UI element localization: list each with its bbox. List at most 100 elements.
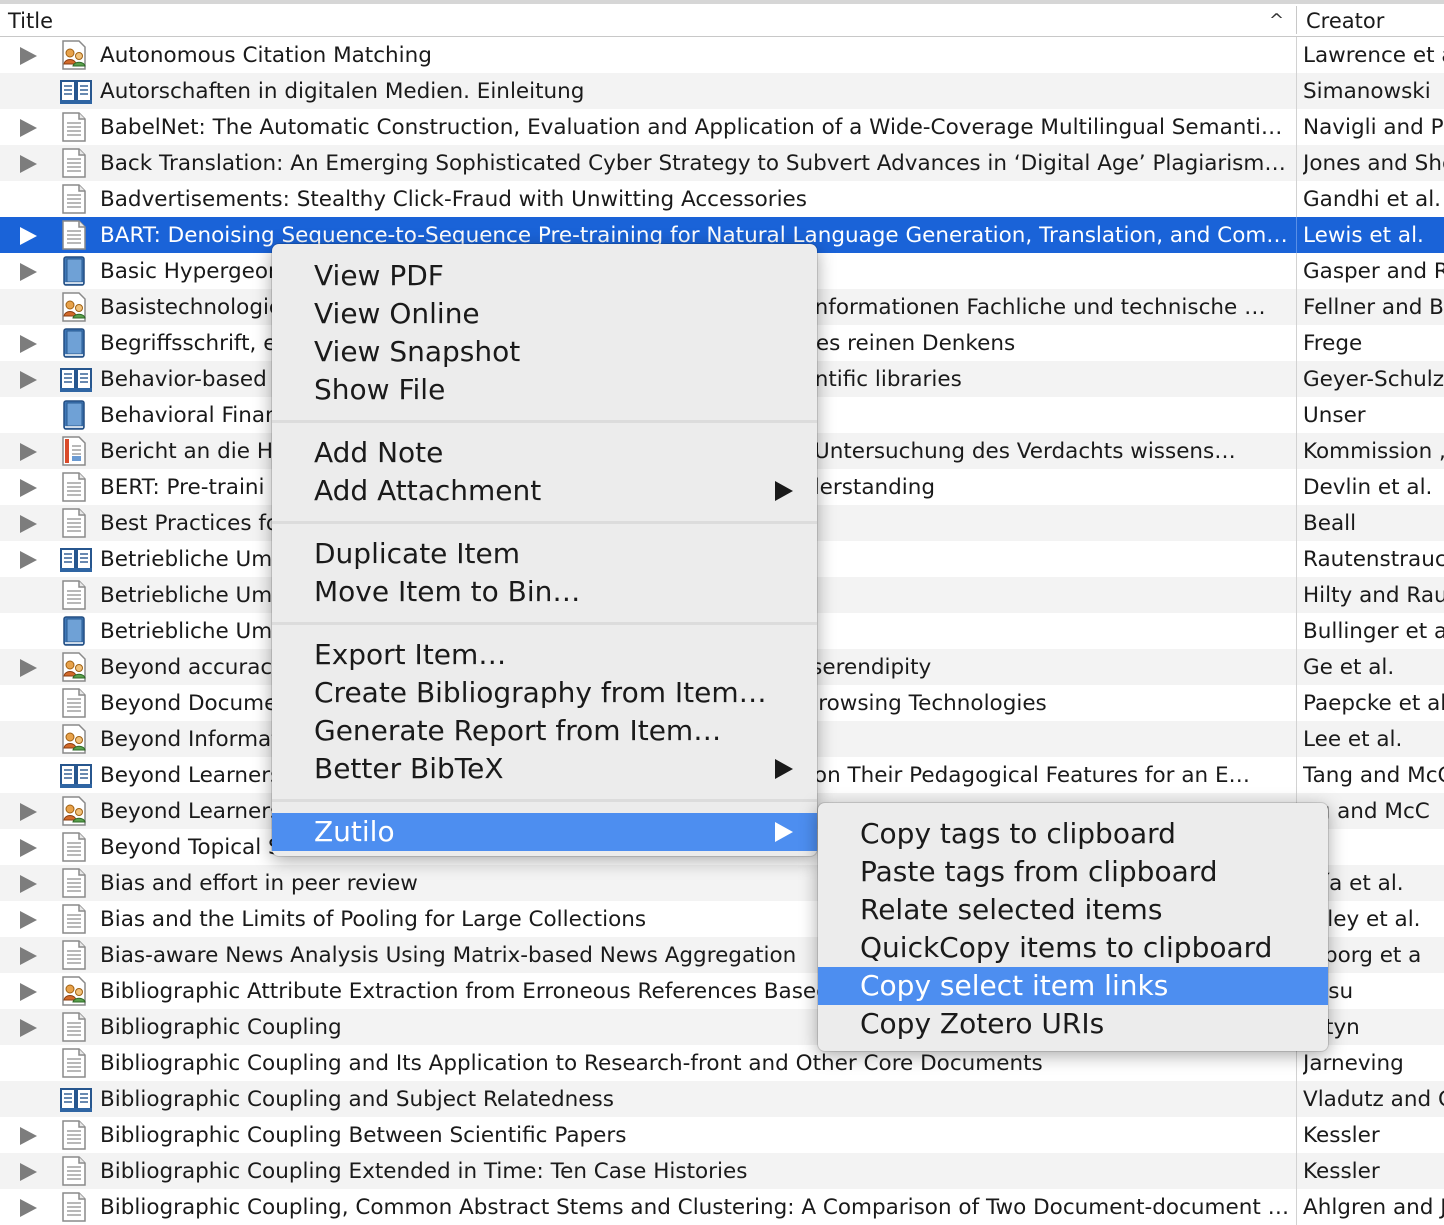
menu-item-duplicate-item[interactable]: Duplicate Item bbox=[272, 535, 817, 573]
disclosure-triangle-icon[interactable] bbox=[20, 1127, 37, 1145]
submenu-item-copy-tags-to-clipboard[interactable]: Copy tags to clipboard bbox=[818, 815, 1328, 853]
journal-article-icon bbox=[60, 832, 88, 862]
table-row[interactable]: Bibliographic Coupling Extended in Time:… bbox=[0, 1153, 1444, 1189]
menu-item-add-attachment[interactable]: Add Attachment bbox=[272, 472, 817, 510]
item-creator: Navigli and Po bbox=[1303, 115, 1444, 140]
disclosure-triangle-icon[interactable] bbox=[20, 263, 37, 281]
journal-article-icon bbox=[60, 148, 88, 178]
table-row[interactable]: Badvertisements: Stealthy Click-Fraud wi… bbox=[0, 181, 1444, 217]
column-divider bbox=[1296, 469, 1297, 505]
submenu-item-quickcopy-items-to-clipboard[interactable]: QuickCopy items to clipboard bbox=[818, 929, 1328, 967]
table-row[interactable]: BabelNet: The Automatic Construction, Ev… bbox=[0, 109, 1444, 145]
column-divider bbox=[1296, 541, 1297, 577]
table-row[interactable]: Bibliographic Coupling, Common Abstract … bbox=[0, 1189, 1444, 1225]
menu-separator bbox=[272, 799, 817, 802]
sort-ascending-icon[interactable]: ^ bbox=[1269, 4, 1284, 38]
disclosure-triangle-icon[interactable] bbox=[20, 1019, 37, 1037]
item-creator: Lewis et al. bbox=[1303, 223, 1424, 248]
menu-item-label: Create Bibliography from Item… bbox=[314, 676, 767, 709]
conference-paper-icon bbox=[60, 292, 88, 322]
item-title: Bibliographic Coupling and Subject Relat… bbox=[100, 1087, 614, 1112]
disclosure-triangle-icon[interactable] bbox=[20, 479, 37, 497]
menu-item-view-online[interactable]: View Online bbox=[272, 295, 817, 333]
journal-article-icon bbox=[60, 1120, 88, 1150]
item-creator: Kessler bbox=[1303, 1159, 1380, 1184]
table-row[interactable]: Bibliographic Coupling and Subject Relat… bbox=[0, 1081, 1444, 1117]
submenu-item-copy-zotero-uris[interactable]: Copy Zotero URIs bbox=[818, 1005, 1328, 1043]
column-divider bbox=[1296, 1189, 1297, 1225]
conference-paper-icon bbox=[60, 796, 88, 826]
submenu-item-paste-tags-from-clipboard[interactable]: Paste tags from clipboard bbox=[818, 853, 1328, 891]
disclosure-triangle-icon[interactable] bbox=[20, 119, 37, 137]
journal-article-icon bbox=[60, 220, 88, 250]
disclosure-triangle-icon[interactable] bbox=[20, 335, 37, 353]
disclosure-triangle-icon[interactable] bbox=[20, 1163, 37, 1181]
column-divider[interactable] bbox=[1296, 6, 1297, 34]
menu-item-view-pdf[interactable]: View PDF bbox=[272, 257, 817, 295]
column-divider bbox=[1296, 1153, 1297, 1189]
column-divider bbox=[1296, 37, 1297, 73]
report-icon bbox=[60, 436, 88, 466]
submenu-arrow-icon bbox=[775, 759, 793, 779]
disclosure-triangle-icon[interactable] bbox=[20, 371, 37, 389]
journal-article-icon bbox=[60, 904, 88, 934]
disclosure-triangle-icon[interactable] bbox=[20, 659, 37, 677]
conference-paper-icon bbox=[60, 40, 88, 70]
menu-separator bbox=[272, 521, 817, 524]
disclosure-triangle-icon[interactable] bbox=[20, 227, 37, 245]
table-row[interactable]: Bibliographic Coupling Between Scientifi… bbox=[0, 1117, 1444, 1153]
menu-item-create-bibliography-from-item[interactable]: Create Bibliography from Item… bbox=[272, 674, 817, 712]
menu-item-add-note[interactable]: Add Note bbox=[272, 434, 817, 472]
disclosure-triangle-icon[interactable] bbox=[20, 47, 37, 65]
disclosure-triangle-icon[interactable] bbox=[20, 983, 37, 1001]
column-header: Title ^ Creator bbox=[0, 4, 1444, 37]
disclosure-triangle-icon[interactable] bbox=[20, 1199, 37, 1217]
journal-article-icon bbox=[60, 112, 88, 142]
column-divider bbox=[1296, 505, 1297, 541]
creator-column-header[interactable]: Creator bbox=[1306, 4, 1384, 38]
column-divider bbox=[1296, 577, 1297, 613]
submenu-item-label: Paste tags from clipboard bbox=[860, 855, 1218, 888]
title-column-header[interactable]: Title bbox=[8, 4, 53, 38]
disclosure-triangle-icon[interactable] bbox=[20, 551, 37, 569]
menu-item-view-snapshot[interactable]: View Snapshot bbox=[272, 333, 817, 371]
menu-item-better-bibtex[interactable]: Better BibTeX bbox=[272, 750, 817, 788]
menu-item-show-file[interactable]: Show File bbox=[272, 371, 817, 409]
menu-item-label: Add Attachment bbox=[314, 474, 542, 507]
book-icon bbox=[60, 400, 88, 430]
menu-item-move-item-to-bin[interactable]: Move Item to Bin… bbox=[272, 573, 817, 611]
disclosure-triangle-icon[interactable] bbox=[20, 155, 37, 173]
journal-article-icon bbox=[60, 1048, 88, 1078]
menu-separator bbox=[272, 622, 817, 625]
submenu-item-copy-select-item-links[interactable]: Copy select item links bbox=[818, 967, 1328, 1005]
disclosure-triangle-icon[interactable] bbox=[20, 515, 37, 533]
item-title: Autorschaften in digitalen Medien. Einle… bbox=[100, 79, 585, 104]
menu-item-label: View Online bbox=[314, 297, 480, 330]
disclosure-triangle-icon[interactable] bbox=[20, 803, 37, 821]
item-creator: Gandhi et al. bbox=[1303, 187, 1442, 212]
item-creator: Simanowski bbox=[1303, 79, 1431, 104]
disclosure-triangle-icon[interactable] bbox=[20, 443, 37, 461]
item-title: Autonomous Citation Matching bbox=[100, 43, 432, 68]
item-title: Bibliographic Coupling Extended in Time:… bbox=[100, 1159, 748, 1184]
column-divider bbox=[1296, 1081, 1297, 1117]
journal-article-icon bbox=[60, 1156, 88, 1186]
submenu-item-relate-selected-items[interactable]: Relate selected items bbox=[818, 891, 1328, 929]
table-row[interactable]: Autorschaften in digitalen Medien. Einle… bbox=[0, 73, 1444, 109]
book-icon bbox=[60, 328, 88, 358]
conference-paper-icon bbox=[60, 652, 88, 682]
disclosure-triangle-icon[interactable] bbox=[20, 911, 37, 929]
menu-item-zutilo[interactable]: Zutilo bbox=[272, 813, 817, 851]
table-row[interactable]: Autonomous Citation Matching Lawrence et … bbox=[0, 37, 1444, 73]
menu-item-export-item[interactable]: Export Item… bbox=[272, 636, 817, 674]
column-divider bbox=[1296, 181, 1297, 217]
disclosure-triangle-icon[interactable] bbox=[20, 947, 37, 965]
item-creator: Unser bbox=[1303, 403, 1366, 428]
menu-item-generate-report-from-item[interactable]: Generate Report from Item… bbox=[272, 712, 817, 750]
menu-item-label: View PDF bbox=[314, 259, 444, 292]
table-row[interactable]: Back Translation: An Emerging Sophistica… bbox=[0, 145, 1444, 181]
menu-item-label: Better BibTeX bbox=[314, 752, 504, 785]
disclosure-triangle-icon[interactable] bbox=[20, 839, 37, 857]
item-creator: Devlin et al. bbox=[1303, 475, 1433, 500]
disclosure-triangle-icon[interactable] bbox=[20, 875, 37, 893]
